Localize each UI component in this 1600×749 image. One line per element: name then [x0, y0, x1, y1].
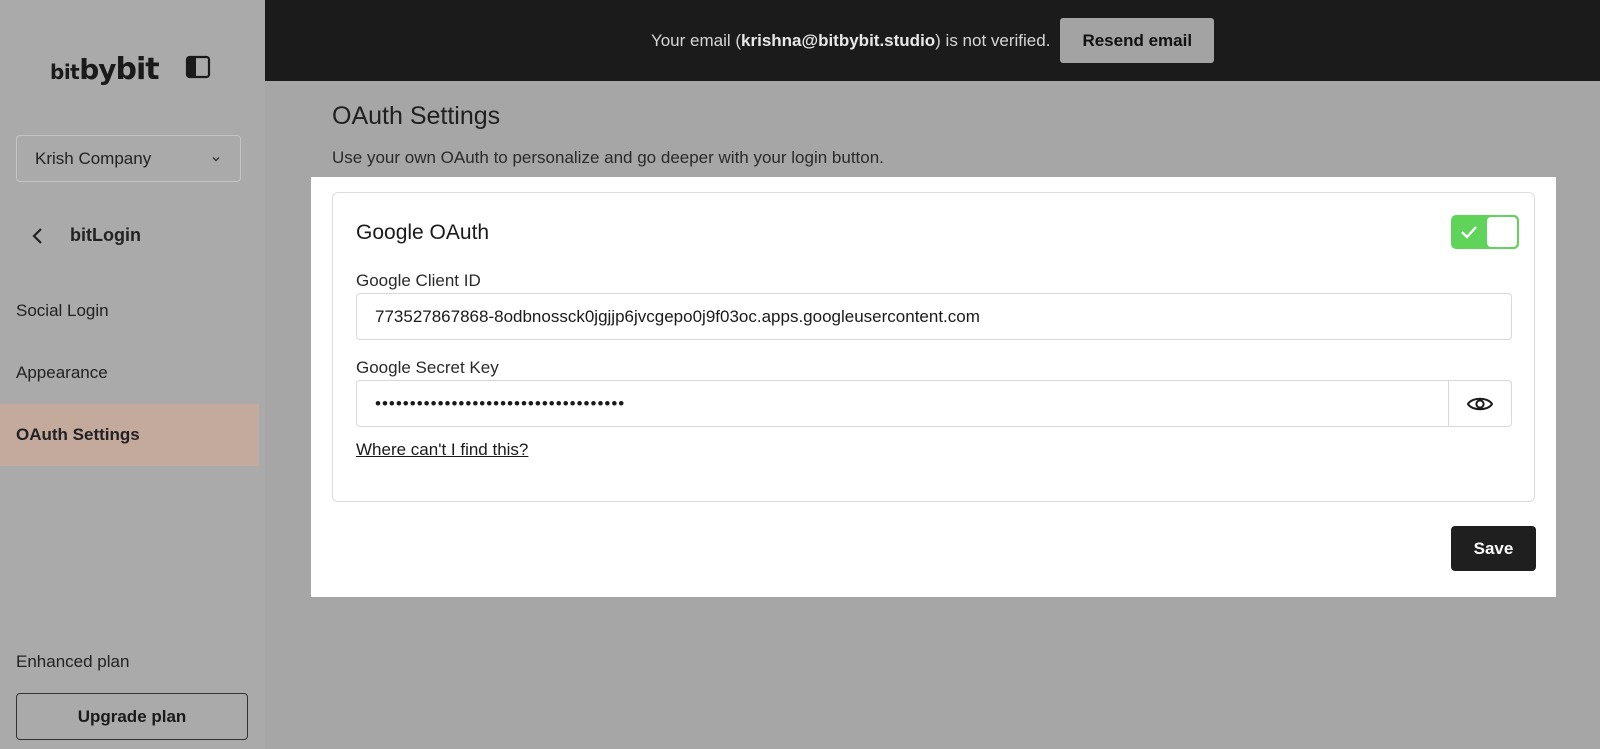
bitbybit-logo: bit by bit — [50, 52, 160, 87]
save-button[interactable]: Save — [1451, 526, 1536, 571]
logo-part-3: bit — [115, 52, 160, 87]
logo-part-2: by — [79, 53, 116, 86]
company-select[interactable]: Krish Company — [16, 135, 241, 182]
check-icon — [1461, 226, 1477, 239]
toggle-knob — [1487, 217, 1517, 247]
page-title: OAuth Settings — [332, 102, 501, 130]
card-title: Google OAuth — [356, 221, 490, 244]
banner-suffix: ) is not verified. — [935, 30, 1051, 50]
company-select-value: Krish Company — [35, 148, 152, 168]
banner-email: krishna@bitbybit.studio — [741, 30, 936, 50]
settings-panel: Google OAuth Google Client ID Google Sec… — [311, 177, 1556, 597]
page-subtitle: Use your own OAuth to personalize and go… — [332, 148, 884, 167]
upgrade-plan-button[interactable]: Upgrade plan — [16, 693, 248, 740]
banner-prefix: Your email ( — [650, 30, 742, 50]
client-id-input[interactable] — [356, 293, 1512, 340]
chevron-left-icon — [32, 227, 42, 244]
secret-key-input[interactable] — [357, 381, 1448, 426]
sidebar: bit by bit Krish Company bitLogin Social… — [0, 0, 265, 749]
banner-message: Your email (krishna@bitbybit.studio) is … — [651, 31, 1051, 51]
back-to-bitlogin[interactable]: bitLogin — [30, 225, 141, 246]
chevron-down-icon — [212, 156, 220, 161]
help-link[interactable]: Where can't I find this? — [356, 440, 528, 460]
show-secret-button[interactable] — [1448, 381, 1511, 426]
secret-key-label: Google Secret Key — [356, 358, 499, 377]
secret-key-field — [356, 380, 1512, 427]
email-verification-banner: Your email (krishna@bitbybit.studio) is … — [265, 0, 1600, 81]
logo-row: bit by bit — [50, 48, 230, 88]
logo-part-1: bit — [50, 60, 80, 84]
client-id-label: Google Client ID — [356, 271, 481, 290]
eye-icon — [1466, 397, 1494, 410]
resend-email-button[interactable]: Resend email — [1060, 18, 1215, 63]
sidebar-item-appearance[interactable]: Appearance — [0, 342, 259, 404]
sidebar-toggle-icon[interactable] — [185, 54, 211, 80]
section-title: bitLogin — [70, 225, 141, 245]
google-oauth-card: Google OAuth Google Client ID Google Sec… — [332, 192, 1535, 502]
sidebar-item-oauth-settings[interactable]: OAuth Settings — [0, 404, 259, 466]
sidebar-item-social-login[interactable]: Social Login — [0, 280, 259, 342]
google-oauth-toggle[interactable] — [1451, 215, 1519, 249]
plan-label: Enhanced plan — [16, 652, 130, 671]
